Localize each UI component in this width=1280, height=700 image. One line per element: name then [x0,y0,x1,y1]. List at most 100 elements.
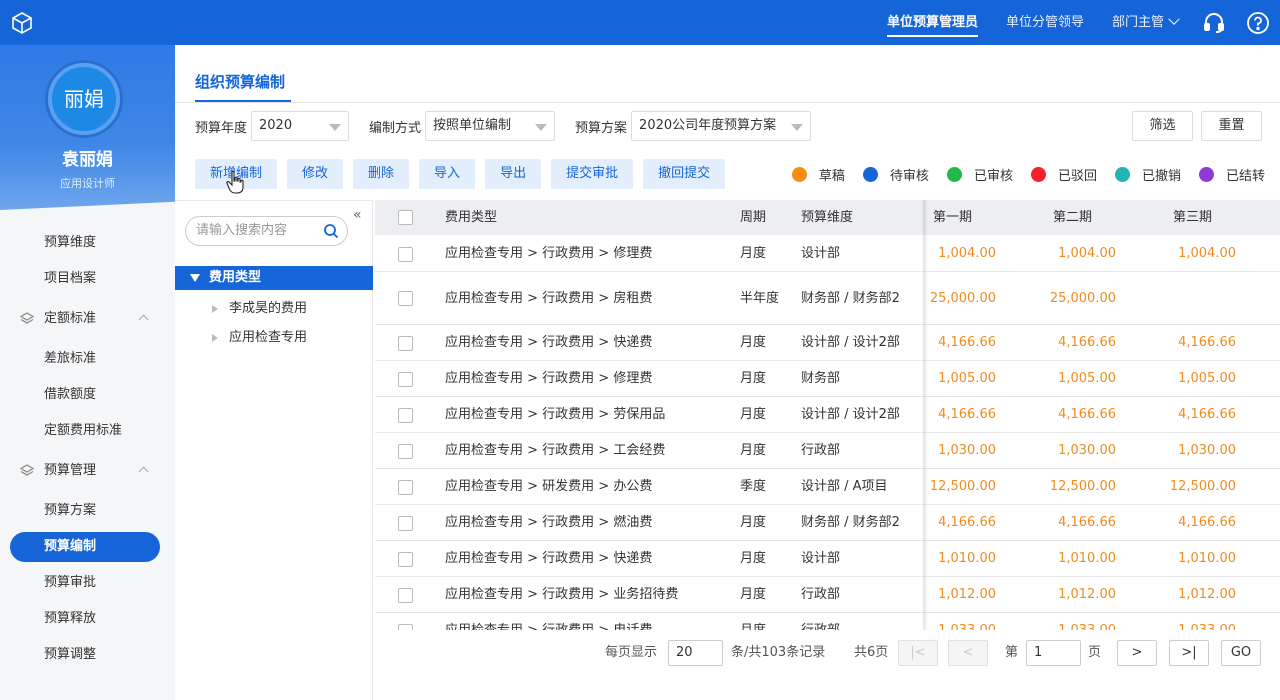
role-tab-budget-admin[interactable]: 单位预算管理员 [873,0,992,45]
row-checkbox[interactable] [398,551,413,567]
table-row[interactable]: 应用检查专用 > 行政费用 > 电话费月度 行政部 1,033.00 1,033.00… [375,613,1280,630]
row-checkbox[interactable] [398,623,413,630]
withdraw-submit-button[interactable]: 撤回提交 [643,159,726,189]
cell-period-3: 1,033.00 [1155,613,1236,630]
sidebar-item-budget-release[interactable]: 预算释放 [0,601,175,637]
reset-button[interactable]: 重置 [1201,111,1262,141]
collapse-panel-icon[interactable]: « [353,207,362,223]
tree-node-root[interactable]: 费用类型 [175,266,373,290]
cell-period-3: 1,005.00 [1178,371,1236,386]
tree-node-label: 李成昊的费用 [229,301,308,316]
tree-node[interactable]: 李成昊的费用 [175,295,373,323]
sidebar-group-budget-management[interactable]: 预算管理 [0,449,175,493]
table-row[interactable]: 应用检查专用 > 行政费用 > 房租费 半年度 财务部 / 财务部2 25,000.0… [375,272,1280,325]
row-checkbox[interactable] [398,407,413,423]
year-select[interactable]: 2020 [251,111,350,141]
plan-label: 预算方案 [575,120,628,136]
sidebar-item-quota-expense-standard[interactable]: 定额费用标准 [0,413,175,449]
column-header-type[interactable]: 费用类型 [445,200,497,235]
sidebar-item-budget-adjust[interactable]: 预算调整 [0,637,175,673]
tree-node[interactable]: 应用检查专用 [175,324,373,352]
cell-dimension: 财务部 / 财务部2 [801,290,900,306]
search-icon[interactable] [323,223,339,239]
column-header-period-3[interactable]: 第三期 [1173,200,1212,235]
table-row[interactable]: 应用检查专用 > 行政费用 > 燃油费 月度 财务部 / 财务部2 4,166.66 4… [375,505,1280,541]
sidebar-item-project-archive[interactable]: 项目档案 [0,261,175,297]
caret-down-icon[interactable] [190,274,200,282]
table-row[interactable]: 应用检查专用 > 行政费用 > 工会经费 月度 行政部 1,030.00 1,030.0… [375,433,1280,469]
cell-period-2: 1,033.00 [1035,613,1116,630]
sidebar-item-budget-compile[interactable]: 预算编制 [10,532,160,562]
sidebar-item-travel-standard[interactable]: 差旅标准 [0,341,175,377]
page-title[interactable]: 组织预算编制 [195,71,285,92]
main-panel: 组织预算编制 预算年度 2020 编制方式 按照单位编制 预算方案 2020公司… [175,45,1280,700]
sidebar-item-loan-quota[interactable]: 借款额度 [0,377,175,413]
filter-button[interactable]: 筛选 [1132,111,1193,141]
export-button[interactable]: 导出 [485,159,542,189]
per-page-input[interactable]: 20 [668,640,723,666]
layers-icon [20,464,34,476]
last-page-button[interactable]: >| [1169,640,1209,666]
caret-right-icon[interactable] [212,305,218,313]
select-all-checkbox[interactable] [398,210,413,225]
page-number-input[interactable]: 1 [1026,640,1081,666]
status-dot-icon [1198,166,1214,182]
sidebar-group-quota-standard[interactable]: 定额标准 [0,297,175,341]
row-checkbox[interactable] [398,371,413,387]
sidebar-item-budget-plan[interactable]: 预算方案 [0,493,175,529]
table-row[interactable]: 应用检查专用 > 行政费用 > 劳保用品 月度 设计部 / 设计2部 4,166.66… [375,397,1280,433]
tree-node-label: 应用检查专用 [229,330,308,345]
table-row[interactable]: 应用检查专用 > 研发费用 > 办公费 季度 设计部 / A项目 12,500.00 1… [375,469,1280,505]
row-checkbox[interactable] [398,515,413,531]
submit-approval-button[interactable]: 提交审批 [551,159,634,189]
row-checkbox[interactable] [398,335,413,351]
table-row[interactable]: 应用检查专用 > 行政费用 > 快递费 月度 设计部 1,010.00 1,010.00… [375,541,1280,577]
next-page-button[interactable]: > [1117,640,1157,666]
cell-period-2: 1,010.00 [1058,551,1116,566]
delete-button[interactable]: 删除 [353,159,410,189]
sidebar-item-budget-dimension[interactable]: 预算维度 [0,225,175,261]
cell-type: 应用检查专用 > 行政费用 > 快递费 [445,335,653,350]
row-checkbox[interactable] [398,479,413,495]
role-tab-unit-leader[interactable]: 单位分管领导 [992,0,1098,45]
user-name: 袁丽娟 [62,150,113,170]
row-checkbox[interactable] [398,587,413,603]
cell-dimension: 设计部 [801,551,841,566]
edit-button[interactable]: 修改 [287,159,344,189]
sidebar-item-budget-approval[interactable]: 预算审批 [0,565,175,601]
table-row[interactable]: 应用检查专用 > 行政费用 > 快递费 月度 设计部 / 设计2部 4,166.66 4… [375,325,1280,361]
cell-type: 应用检查专用 > 行政费用 > 燃油费 [445,515,653,530]
cube-logo-icon[interactable] [10,11,34,35]
cell-dimension: 设计部 / 设计2部 [801,335,900,350]
plan-select[interactable]: 2020公司年度预算方案 [631,111,812,141]
cell-period-2: 4,166.66 [1058,407,1116,422]
prev-page-button[interactable]: < [948,640,988,666]
help-icon[interactable] [1246,11,1270,35]
column-header-period-1[interactable]: 第一期 [933,200,972,235]
role-tab-dept-manager[interactable]: 部门主管 [1098,0,1192,45]
import-button[interactable]: 导入 [419,159,476,189]
column-header-dimension[interactable]: 预算维度 [801,200,853,235]
role-nav: 单位预算管理员 单位分管领导 部门主管 [873,0,1280,45]
headset-icon[interactable] [1202,11,1226,35]
chevron-down-icon [1168,13,1180,25]
go-button[interactable]: GO [1221,640,1261,666]
tree-search-placeholder: 请输入搜索内容 [196,223,288,238]
table-row[interactable]: 应用检查专用 > 行政费用 > 业务招待费 月度 行政部 1,012.00 1,012.… [375,577,1280,613]
table-row[interactable]: 应用检查专用 > 行政费用 > 修理费 月度 设计部 1,004.00 1,004.00… [375,236,1280,272]
row-checkbox[interactable] [398,443,413,459]
action-toolbar: 新增编制 修改 删除 导入 导出 提交审批 撤回提交 [195,159,735,189]
row-checkbox[interactable] [398,291,413,306]
first-page-button[interactable]: |< [898,640,938,666]
table-row[interactable]: 应用检查专用 > 行政费用 > 修理费 月度 财务部 1,005.00 1,005.00… [375,361,1280,397]
tree-search-input[interactable]: 请输入搜索内容 [185,216,348,246]
legend-label: 草稿 [818,168,845,184]
row-checkbox[interactable] [398,246,413,262]
dropdown-arrow-icon [791,124,804,131]
column-header-period-2[interactable]: 第二期 [1053,200,1092,235]
avatar[interactable]: 丽娟 [48,63,120,135]
caret-right-icon[interactable] [212,334,218,342]
column-header-period[interactable]: 周期 [740,200,766,235]
method-select[interactable]: 按照单位编制 [425,111,556,141]
legend-item-approved: 已审核 [946,165,1013,184]
